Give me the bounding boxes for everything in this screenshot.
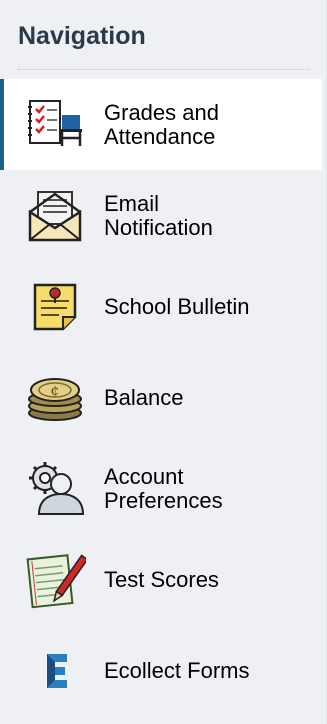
nav-item-label: Account Preferences <box>104 463 223 513</box>
nav-item-email-notification[interactable]: Email Notification <box>0 170 322 261</box>
navigation-heading: Navigation <box>18 22 146 50</box>
nav-item-label: Email Notification <box>104 190 213 240</box>
ecollect-logo-icon <box>24 640 86 702</box>
navigation-sidebar: Navigation Grades and Attendance Email N… <box>0 0 327 724</box>
user-gear-icon <box>24 458 86 520</box>
coin-stack-icon: ¢ <box>24 367 86 429</box>
nav-item-label: Grades and Attendance <box>104 99 219 149</box>
nav-list: Grades and Attendance Email Notification <box>0 79 322 716</box>
nav-item-balance[interactable]: ¢ Balance <box>0 352 322 443</box>
nav-item-label: School Bulletin <box>104 293 250 319</box>
nav-item-label: Ecollect Forms <box>104 657 250 683</box>
heading-divider <box>18 69 310 70</box>
nav-item-ecollect-forms[interactable]: Ecollect Forms <box>0 625 322 716</box>
nav-item-grades-attendance[interactable]: Grades and Attendance <box>0 79 322 170</box>
nav-item-test-scores[interactable]: Test Scores <box>0 534 322 625</box>
nav-item-label: Test Scores <box>104 566 219 592</box>
nav-item-school-bulletin[interactable]: School Bulletin <box>0 261 322 352</box>
grades-attendance-icon <box>24 94 86 156</box>
bulletin-note-icon <box>24 276 86 338</box>
envelope-icon <box>24 185 86 247</box>
svg-text:¢: ¢ <box>51 383 60 399</box>
test-paper-icon <box>24 549 86 611</box>
nav-item-label: Balance <box>104 384 184 410</box>
nav-item-account-preferences[interactable]: Account Preferences <box>0 443 322 534</box>
